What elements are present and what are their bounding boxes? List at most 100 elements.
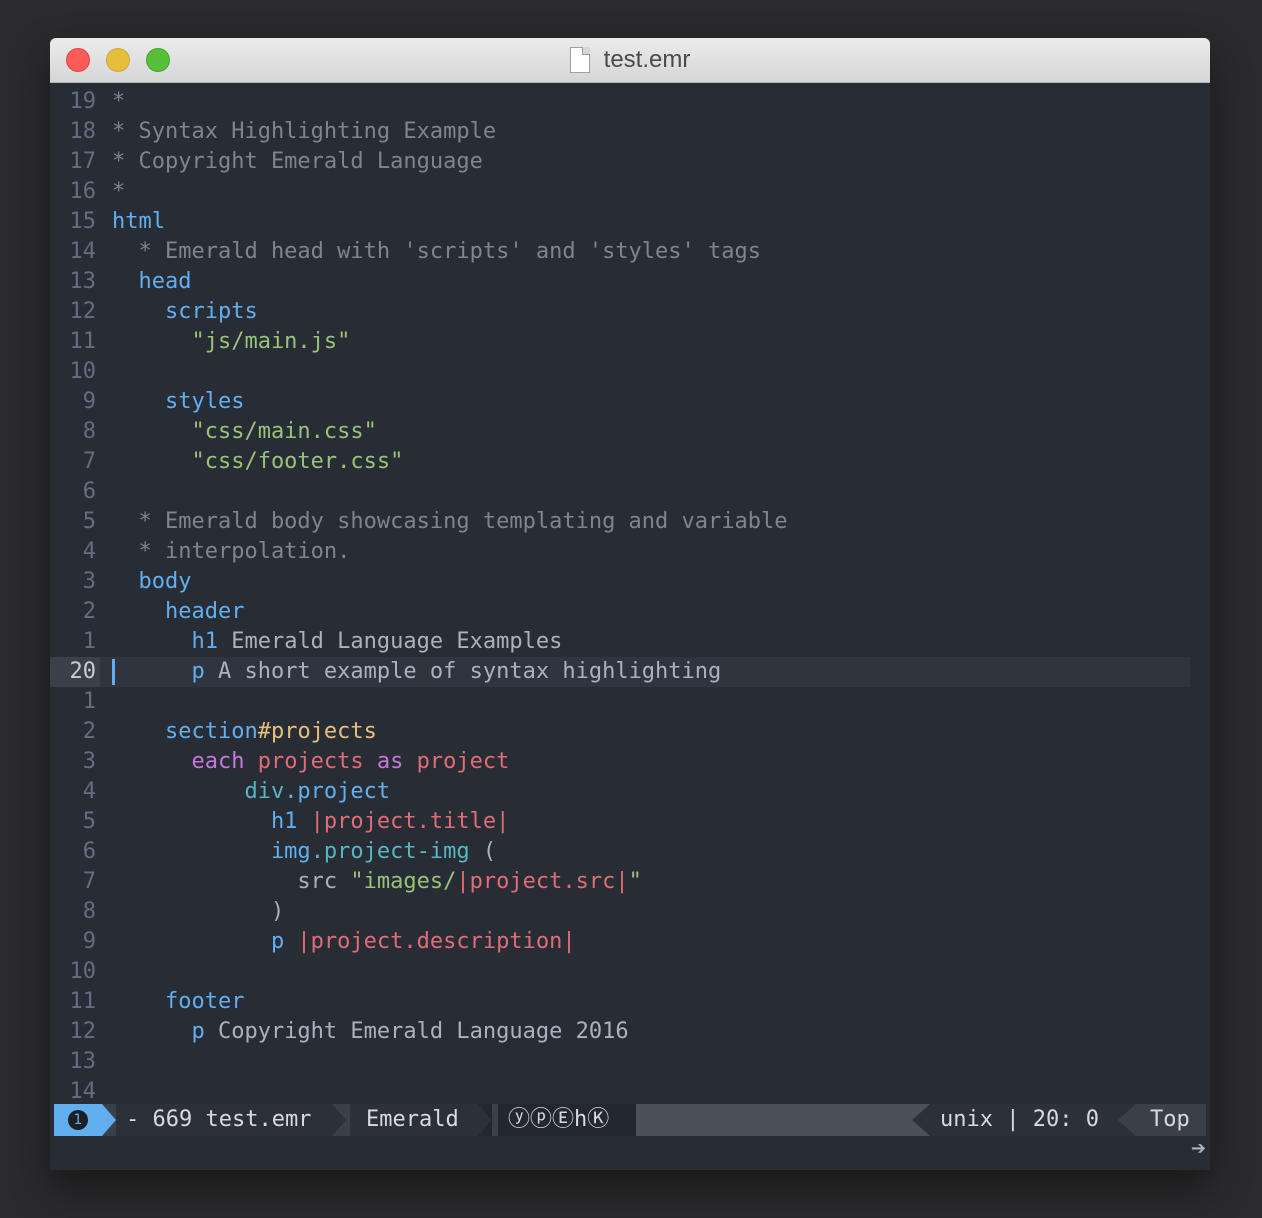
line-number: 10 [69,959,97,984]
code-token: * Copyright Emerald Language [112,149,483,174]
code-line[interactable]: 14 [50,1077,1210,1107]
code-line[interactable]: 10 [50,957,1210,987]
current-code-line[interactable]: 20 p A short example of syntax highlight… [50,657,1190,687]
code-line[interactable]: 1 h1 Emerald Language Examples [50,627,1210,657]
code-line[interactable]: 10 [50,357,1210,387]
line-number: 10 [69,359,97,384]
code-token: #projects [257,719,377,744]
encoding-and-position: unix | 20: 0 [930,1104,1118,1136]
code-line[interactable]: 8 "css/main.css" [50,417,1210,447]
code-line[interactable]: 18 * Syntax Highlighting Example [50,117,1210,147]
line-number: 18 [69,119,97,144]
code-token: each [112,749,245,774]
line-number: 8 [82,899,96,924]
code-token: p [112,659,205,684]
line-number: 11 [69,989,97,1014]
code-text: footer [112,987,244,1017]
code-editor[interactable]: 19 * 18 * Syntax Highlighting Example 17 * Co… [50,87,1210,1104]
code-token: .project [284,779,391,804]
code-text: styles [112,387,244,417]
code-line[interactable]: 8 ) [50,897,1210,927]
code-token: body [112,569,192,594]
code-text: * Emerald body showcasing templating and… [112,507,788,537]
code-line[interactable]: 12 p Copyright Emerald Language 2016 [50,1017,1210,1047]
code-line[interactable]: 9 styles [50,387,1210,417]
buffer-position: Top [1136,1104,1206,1136]
code-token: Copyright Emerald Language 2016 [204,1019,629,1044]
code-token: html [112,209,165,234]
powerline-separator [478,1104,492,1136]
code-line[interactable]: 13 head [50,267,1210,297]
echo-area: ➔ [50,1136,1210,1170]
code-token: scripts [112,299,258,324]
line-number: 5 [82,509,96,534]
code-text: "js/main.js" [112,327,350,357]
code-line[interactable]: 14 * Emerald head with 'scripts' and 'st… [50,237,1210,267]
code-line[interactable]: 9 p |project.description| [50,927,1210,957]
window-title-group: test.emr [50,38,1210,82]
line-number: 2 [82,719,96,744]
code-token: * Syntax Highlighting Example [112,119,497,144]
line-number: 2 [82,599,96,624]
code-line[interactable]: 2 section#projects [50,717,1210,747]
major-mode[interactable]: Emerald [350,1104,478,1136]
line-number: 3 [82,749,96,774]
code-line[interactable]: 3 each projects as project [50,747,1210,777]
code-line[interactable]: 4 div.project [50,777,1210,807]
line-number: 3 [82,569,96,594]
code-line[interactable]: 6 img.project-img ( [50,837,1210,867]
line-number: 8 [82,419,96,444]
code-line[interactable]: 19 * [50,87,1210,117]
code-token: A short example of syntax highlighting [204,659,722,684]
window-number: 1 [68,1110,88,1130]
code-line[interactable]: 11 "js/main.js" [50,327,1210,357]
code-token: p [112,929,285,954]
window-number-segment: 1 [54,1104,102,1136]
code-text: p |project.description| [112,927,576,957]
code-text: html [112,207,165,237]
mode-line-filler [636,1104,928,1136]
line-number: 1 [82,689,96,714]
powerline-separator [102,1104,116,1136]
code-text: "css/footer.css" [112,447,403,477]
code-text: * Emerald head with 'scripts' and 'style… [112,237,761,267]
code-token: styles [112,389,245,414]
code-line[interactable]: 4 * interpolation. [50,537,1210,567]
code-line[interactable]: 12 scripts [50,297,1210,327]
line-number: 4 [82,539,96,564]
code-line[interactable]: 5 * Emerald body showcasing templating a… [50,507,1210,537]
code-line[interactable]: 15 html [50,207,1210,237]
code-token: "images/ [350,869,457,894]
code-text: h1 |project.title| [112,807,509,837]
code-line[interactable]: 17 * Copyright Emerald Language [50,147,1210,177]
code-line[interactable]: 16 * [50,177,1210,207]
buffer-info: - 669 test.emr [116,1104,332,1136]
line-number: 16 [69,179,97,204]
code-token: div [112,779,285,804]
code-line[interactable]: 7 "css/footer.css" [50,447,1210,477]
code-token: footer [112,989,245,1014]
code-line[interactable]: 13 [50,1047,1210,1077]
code-token: * Emerald body showcasing templating and… [112,509,788,534]
code-line[interactable]: 7 src "images/|project.src|" [50,867,1210,897]
code-token: |project.description| [284,929,576,954]
code-token: project [403,749,510,774]
minor-modes[interactable]: ⓨⓟⒺhⓀ [498,1104,636,1136]
code-token: section [112,719,258,744]
code-line[interactable]: 2 header [50,597,1210,627]
line-number: 15 [69,209,97,234]
code-line[interactable]: 1 [50,687,1210,717]
line-number: 14 [69,1079,97,1104]
code-line[interactable]: 5 h1 |project.title| [50,807,1210,837]
line-number: 4 [82,779,96,804]
code-line[interactable]: 3 body [50,567,1210,597]
code-token: h1 [112,629,218,654]
line-number: 13 [69,269,97,294]
code-line[interactable]: 11 footer [50,987,1210,1017]
code-token: header [112,599,245,624]
code-text: * interpolation. [112,537,350,567]
code-text: p A short example of syntax highlighting [112,657,721,687]
code-line[interactable]: 6 [50,477,1210,507]
code-token: * [112,179,126,204]
code-text: header [112,597,244,627]
